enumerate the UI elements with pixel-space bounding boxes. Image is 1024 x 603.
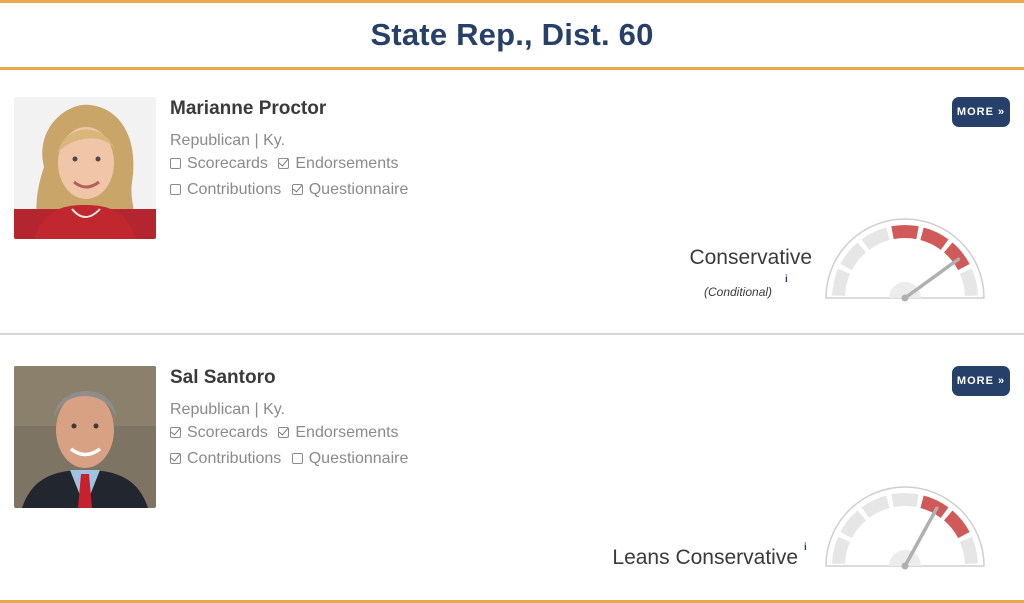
- checked-box-icon: [278, 157, 290, 169]
- checked-box-icon: [170, 453, 181, 464]
- party-state: Republican | Ky.: [170, 401, 286, 418]
- check-scorecards: Scorecards: [170, 421, 268, 446]
- candidate-card: Marianne Proctor Republican | Ky. Scorec…: [0, 73, 1024, 335]
- rating-label: Conservative: [689, 246, 812, 269]
- candidate-photo: [14, 366, 156, 508]
- info-checklist: Scorecards Endorsements Contributions Qu…: [170, 421, 414, 474]
- unchecked-box-icon: [291, 453, 303, 464]
- gauge-segment: [891, 493, 919, 508]
- rating-note: (Conditional): [704, 285, 773, 299]
- checked-box-icon: [278, 426, 290, 438]
- checked-box-icon: [170, 426, 181, 438]
- gauge-pivot: [901, 294, 909, 302]
- more-button[interactable]: MORE »: [952, 366, 1010, 396]
- candidate-card: Sal Santoro Republican | Ky. Scorecards …: [0, 337, 1024, 600]
- info-checklist: Scorecards Endorsements Contributions Qu…: [170, 152, 414, 205]
- check-endorsements: Endorsements: [278, 152, 399, 177]
- check-questionnaire: Questionnaire: [291, 447, 408, 472]
- info-icon[interactable]: i: [785, 274, 788, 285]
- check-contributions: Contributions: [170, 178, 281, 203]
- unchecked-box-icon: [170, 184, 181, 195]
- page-header: State Rep., Dist. 60: [0, 0, 1024, 70]
- check-contributions: Contributions: [170, 447, 281, 472]
- check-questionnaire: Questionnaire: [291, 178, 408, 203]
- unchecked-box-icon: [170, 157, 181, 169]
- check-scorecards: Scorecards: [170, 152, 268, 177]
- candidate-photo: [14, 97, 156, 239]
- gauge-pivot: [901, 562, 909, 570]
- more-button[interactable]: MORE »: [952, 97, 1010, 127]
- rating-gauge: [825, 486, 985, 570]
- page-title: State Rep., Dist. 60: [370, 17, 654, 52]
- check-endorsements: Endorsements: [278, 421, 399, 446]
- candidate-name[interactable]: Marianne Proctor: [170, 98, 326, 120]
- rating-label: Leans Conservative: [612, 546, 798, 569]
- gauge-segment-highlighted: [891, 225, 919, 240]
- candidate-name[interactable]: Sal Santoro: [170, 367, 276, 389]
- info-icon[interactable]: i: [804, 542, 807, 553]
- checked-box-icon: [291, 184, 303, 195]
- rating-gauge: [825, 218, 985, 302]
- party-state: Republican | Ky.: [170, 132, 286, 149]
